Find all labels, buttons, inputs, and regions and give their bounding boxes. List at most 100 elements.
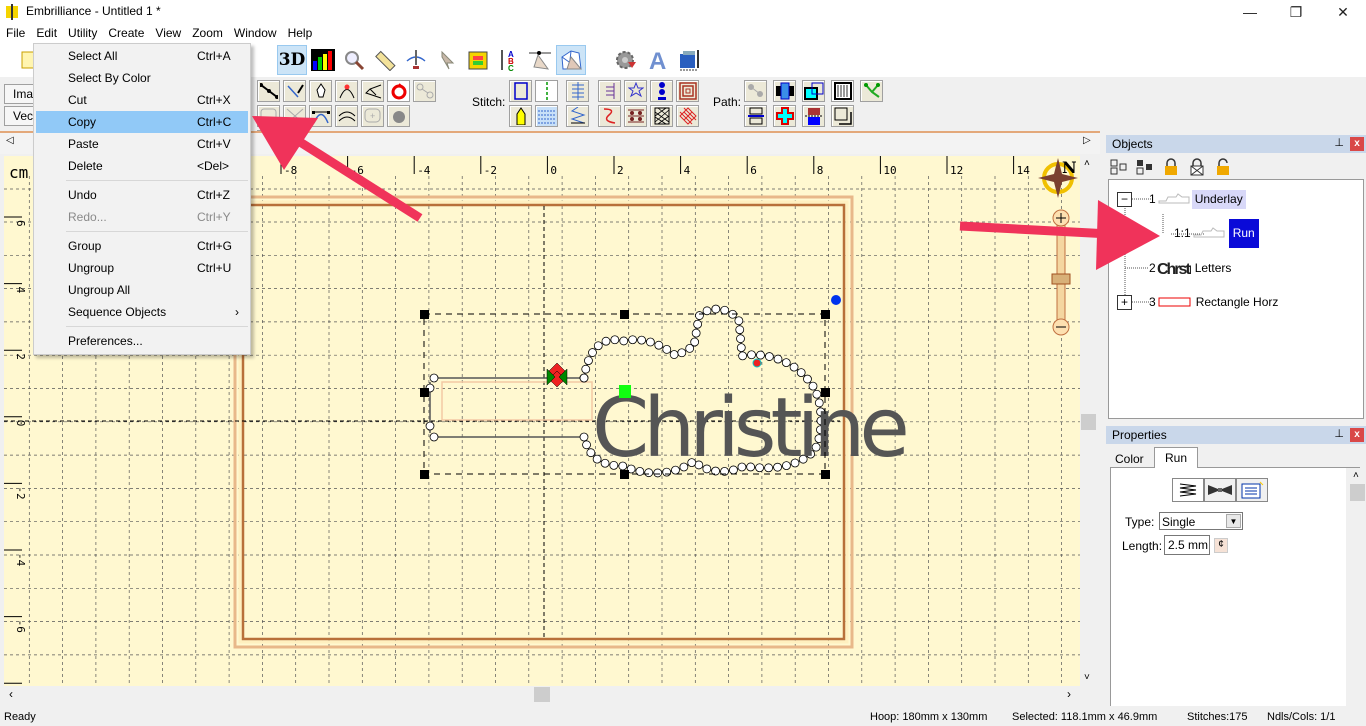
tree-item-letters[interactable]: 2 Chrstn Letters [1149,258,1231,278]
pin-icon[interactable]: ⊥ [1334,427,1344,440]
collapse-underlay-button[interactable]: − [1117,192,1132,207]
text-button[interactable]: A [643,45,673,75]
tab-scroll-left-icon[interactable]: ◁ [6,135,14,146]
image-cut-tool[interactable] [283,105,306,127]
branch-tool[interactable] [860,80,883,102]
scroll-up-icon[interactable]: ˄ [1353,470,1359,481]
bean-run-button[interactable] [1204,478,1236,502]
edge-stitch-tool[interactable] [598,80,621,102]
manual-stitch-tool[interactable] [509,105,532,127]
tab-run[interactable]: Run [1154,447,1199,468]
menu-zoom[interactable]: Zoom [186,24,228,43]
menu-item-select-by-color[interactable]: Select By Color [36,67,248,89]
menu-item-select-all[interactable]: Select All Ctrl+A [36,45,248,67]
properties-button[interactable] [463,45,493,75]
curve-node-tool[interactable] [309,105,332,127]
weld-tool[interactable] [773,80,796,102]
menu-item-undo[interactable]: Undo Ctrl+Z [36,184,248,206]
lock-icon[interactable] [1162,158,1180,176]
collapse-all-icon[interactable] [1136,158,1154,176]
menu-item-ungroup-all[interactable]: Ungroup All [36,279,248,301]
node-tool[interactable] [413,80,436,102]
trim-tool[interactable] [802,105,825,127]
expand-all-icon[interactable] [1110,158,1128,176]
menu-view[interactable]: View [149,24,186,43]
menu-item-delete[interactable]: Delete <Del> [36,155,248,177]
bead-stitch-tool[interactable] [650,80,673,102]
spellcheck-button[interactable]: ABC [494,45,524,75]
scroll-left-icon[interactable]: ‹ [9,687,13,701]
pattern-stitch-tool[interactable] [624,105,647,127]
minimize-button[interactable]: — [1227,0,1273,24]
lock-x-icon[interactable] [1188,158,1206,176]
pen-line-tool[interactable] [283,80,306,102]
expand-rectangle-button[interactable]: + [1117,295,1132,310]
pin-icon[interactable]: ⊥ [1334,136,1344,149]
menu-file[interactable]: File [0,24,30,43]
trace-button[interactable] [525,45,555,75]
run-stitch-tool[interactable] [535,80,558,102]
properties-scroll-thumb[interactable] [1350,484,1365,501]
horizontal-scroll-thumb[interactable] [534,687,550,702]
restore-button[interactable]: ❐ [1273,0,1319,24]
3d-view-button[interactable]: 3D [277,45,307,75]
menu-help[interactable]: Help [282,24,318,43]
menu-item-group[interactable]: Group Ctrl+G [36,235,248,257]
fill-stitch-tool[interactable] [535,105,558,127]
bean-stitch-tool[interactable] [566,80,589,102]
color-chart-button[interactable] [308,45,338,75]
properties-close-button[interactable]: x [1350,428,1364,442]
pen-tool[interactable] [309,80,332,102]
erase-tool[interactable] [387,105,410,127]
image-edit-tool[interactable] [257,105,280,127]
horizontal-scrollbar[interactable]: ‹ › [4,686,1080,703]
scroll-right-icon[interactable]: › [1067,687,1071,701]
scroll-up-icon[interactable]: ˄ [1084,158,1090,169]
cross-stitch-tool[interactable] [676,105,699,127]
menu-item-paste[interactable]: Paste Ctrl+V [36,133,248,155]
needle-button[interactable] [401,45,431,75]
settings-button[interactable] [611,45,641,75]
tree-item-run[interactable]: 1:1 Run [1174,218,1259,248]
length-input[interactable]: 2.5 mm [1164,535,1210,555]
properties-scrollbar[interactable]: ˄ [1349,468,1366,706]
tab-scroll-right-icon[interactable]: ▷ [1083,135,1091,146]
type-select[interactable]: Single ▼ [1159,512,1243,530]
split-tool[interactable] [744,105,767,127]
menu-create[interactable]: Create [102,24,149,43]
length-adjust-button[interactable]: ¢ [1214,538,1228,553]
tree-item-underlay[interactable]: 1 Underlay [1149,189,1246,209]
zigzag-path-tool[interactable] [831,80,854,102]
menu-item-copy[interactable]: Copy Ctrl+C [36,111,248,133]
tab-color[interactable]: Color [1113,452,1146,466]
menu-item-preferences[interactable]: Preferences... [36,330,248,352]
union-tool[interactable] [773,105,796,127]
vertical-scroll-thumb[interactable] [1081,414,1096,430]
path-nodes-tool[interactable] [744,80,767,102]
motif-run-button[interactable] [1236,478,1268,502]
stitch-points-button[interactable] [556,45,586,75]
subtract-tool[interactable] [802,80,825,102]
star-stitch-tool[interactable] [624,80,647,102]
motif-run-tool[interactable] [566,105,589,127]
echo-stitch-tool[interactable] [676,80,699,102]
arc-tool[interactable] [335,80,358,102]
single-run-button[interactable] [1172,478,1204,502]
menu-edit[interactable]: Edit [30,24,62,43]
scroll-down-icon[interactable]: ˅ [1084,672,1090,683]
zoom-button[interactable] [339,45,369,75]
line-tool[interactable] [257,80,280,102]
circle-tool[interactable] [387,80,410,102]
vertical-scrollbar[interactable]: ˄ ˅ [1080,156,1097,686]
export-button[interactable] [675,45,705,75]
unlock-icon[interactable] [1214,158,1232,176]
crosshatch-stitch-tool[interactable] [650,105,673,127]
objects-close-button[interactable]: x [1350,137,1364,151]
menu-item-sequence-objects[interactable]: Sequence Objects › [36,301,248,323]
stipple-stitch-tool[interactable] [598,105,621,127]
satin-stitch-tool[interactable] [509,80,532,102]
menu-window[interactable]: Window [228,24,282,43]
tree-item-rectangle[interactable]: 3 Rectangle Horz [1149,292,1278,312]
bezier-tool[interactable] [361,80,384,102]
close-button[interactable]: ✕ [1320,0,1366,24]
